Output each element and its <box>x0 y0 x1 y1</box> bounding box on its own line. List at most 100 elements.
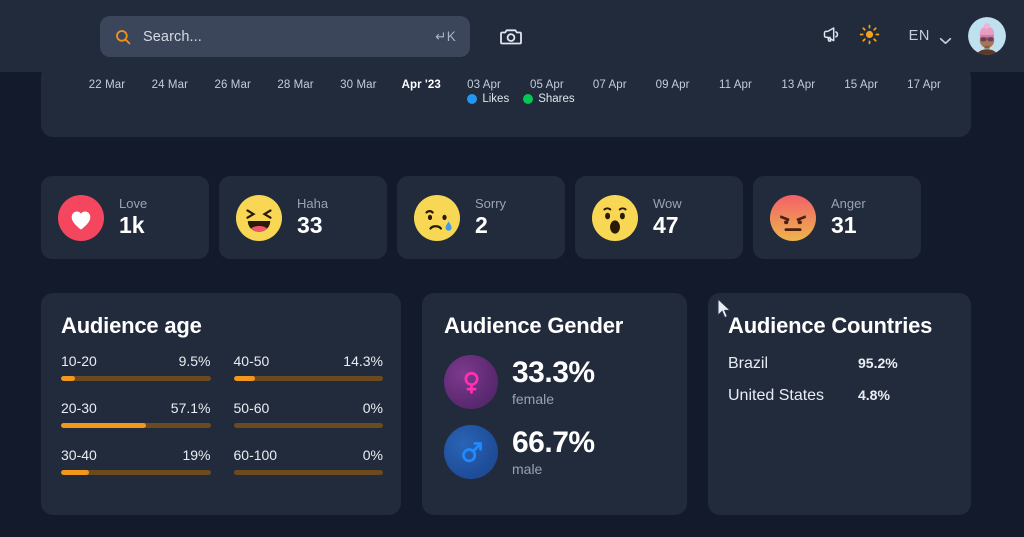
age-progress-fill <box>61 470 89 475</box>
age-progress-fill <box>234 376 255 381</box>
reaction-card[interactable]: Sorry 2 <box>397 176 565 259</box>
reaction-label: Haha <box>297 197 328 211</box>
language-label: EN <box>909 28 930 44</box>
x-axis-tick: 17 Apr <box>907 79 941 91</box>
gender-label: female <box>512 391 595 407</box>
x-axis-tick: 11 Apr <box>719 79 752 91</box>
reaction-label: Love <box>119 197 147 211</box>
female-venus-icon <box>444 355 498 409</box>
audience-countries-title: Audience Countries <box>728 313 932 339</box>
language-selector[interactable]: EN <box>909 28 952 44</box>
wow-emoji <box>592 195 638 241</box>
age-progress-track <box>234 470 384 475</box>
gender-label: male <box>512 461 595 477</box>
age-progress-fill <box>61 423 146 428</box>
search-icon <box>114 28 132 46</box>
age-range-row: 10-209.5% <box>61 353 211 381</box>
reaction-label: Sorry <box>475 197 506 211</box>
reaction-value: 47 <box>653 213 682 238</box>
camera-button[interactable] <box>496 22 526 52</box>
audience-gender-list: 33.3% female 66.7% male <box>444 355 595 479</box>
age-progress-fill <box>61 376 75 381</box>
age-range-row: 30-40 19% <box>61 447 211 475</box>
x-axis-tick: 26 Mar <box>214 79 250 91</box>
age-range-label: 20-30 <box>61 400 97 416</box>
reaction-card[interactable]: Anger 31 <box>753 176 921 259</box>
theme-toggle-button[interactable] <box>851 17 889 55</box>
love-heart-emoji <box>58 195 104 241</box>
legend-label: Likes <box>482 93 509 105</box>
reaction-card[interactable]: Wow 47 <box>575 176 743 259</box>
avatar[interactable] <box>968 17 1006 55</box>
legend-item[interactable]: Shares <box>523 93 574 105</box>
age-range-label: 60-100 <box>234 447 278 463</box>
reaction-value: 31 <box>831 213 866 238</box>
age-range-percent: 0% <box>363 400 383 416</box>
audience-age-title: Audience age <box>61 313 202 339</box>
engagement-chart-card: 22 Mar24 Mar26 Mar28 Mar30 MarApr '2303 … <box>41 65 971 137</box>
reaction-label: Wow <box>653 197 682 211</box>
age-progress-track <box>61 423 211 428</box>
top-bar-right-cluster: EN <box>813 0 1006 72</box>
country-percent: 95.2% <box>858 355 898 371</box>
age-progress-track <box>234 423 384 428</box>
age-range-percent: 19% <box>182 447 210 463</box>
age-range-label: 50-60 <box>234 400 270 416</box>
gender-percent: 33.3% <box>512 357 595 389</box>
audience-countries-panel: Audience Countries Brazil95.2%United Sta… <box>708 293 971 515</box>
legend-color-dot <box>467 94 477 104</box>
country-percent: 4.8% <box>858 387 890 403</box>
search-shortcut-hint: ↵K <box>435 29 456 45</box>
x-axis-tick: 28 Mar <box>277 79 313 91</box>
gender-percent: 66.7% <box>512 427 595 459</box>
age-range-percent: 14.3% <box>343 353 383 369</box>
x-axis-tick: 05 Apr <box>530 79 564 91</box>
gender-row: 33.3% female <box>444 355 595 409</box>
male-mars-icon <box>444 425 498 479</box>
sun-icon <box>859 24 880 48</box>
x-axis-tick: 30 Mar <box>340 79 376 91</box>
search-input[interactable] <box>143 29 435 45</box>
country-name: United States <box>728 387 858 405</box>
age-range-percent: 0% <box>363 447 383 463</box>
x-axis-tick: 07 Apr <box>593 79 627 91</box>
reaction-card[interactable]: Haha 33 <box>219 176 387 259</box>
x-axis-tick: 09 Apr <box>656 79 690 91</box>
reaction-value: 33 <box>297 213 328 238</box>
country-row: United States4.8% <box>728 387 951 405</box>
legend-item[interactable]: Likes <box>467 93 509 105</box>
gender-row: 66.7% male <box>444 425 595 479</box>
top-bar: ↵K <box>0 0 1024 72</box>
age-progress-track <box>234 376 384 381</box>
chart-legend: Likes Shares <box>41 93 971 105</box>
reaction-value: 1k <box>119 213 147 238</box>
audience-age-panel: Audience age 10-209.5% 40-50 14.3% 20-30 57.… <box>41 293 401 515</box>
age-range-percent: 57.1% <box>171 400 211 416</box>
x-axis-tick: 15 Apr <box>844 79 878 91</box>
x-axis-tick: 22 Mar <box>89 79 125 91</box>
x-axis-tick: Apr '23 <box>402 79 441 91</box>
legend-color-dot <box>523 94 533 104</box>
chevron-down-icon <box>939 32 952 40</box>
x-axis-tick: 13 Apr <box>781 79 815 91</box>
age-range-label: 10-20 <box>61 353 97 369</box>
age-range-row: 40-50 14.3% <box>234 353 384 381</box>
audience-gender-panel: Audience Gender 33.3% female 66.7% male <box>422 293 687 515</box>
age-progress-track <box>61 376 211 381</box>
reaction-value: 2 <box>475 213 506 238</box>
age-range-label: 40-50 <box>234 353 270 369</box>
reaction-label: Anger <box>831 197 866 211</box>
age-range-row: 60-100 0% <box>234 447 384 475</box>
search-bar[interactable]: ↵K <box>100 16 470 57</box>
x-axis-tick: 03 Apr <box>467 79 501 91</box>
reactions-row: Love 1k Haha 33 Sorry 2 Wow 47 Anger 31 <box>41 176 971 259</box>
chart-x-axis: 22 Mar24 Mar26 Mar28 Mar30 MarApr '2303 … <box>41 77 971 93</box>
age-range-label: 30-40 <box>61 447 97 463</box>
camera-icon <box>499 24 523 51</box>
audience-gender-title: Audience Gender <box>444 313 623 339</box>
reaction-card[interactable]: Love 1k <box>41 176 209 259</box>
country-name: Brazil <box>728 355 858 373</box>
dashboard-page: ↵K <box>0 0 1024 537</box>
announcements-button[interactable] <box>813 17 851 55</box>
haha-emoji <box>236 195 282 241</box>
